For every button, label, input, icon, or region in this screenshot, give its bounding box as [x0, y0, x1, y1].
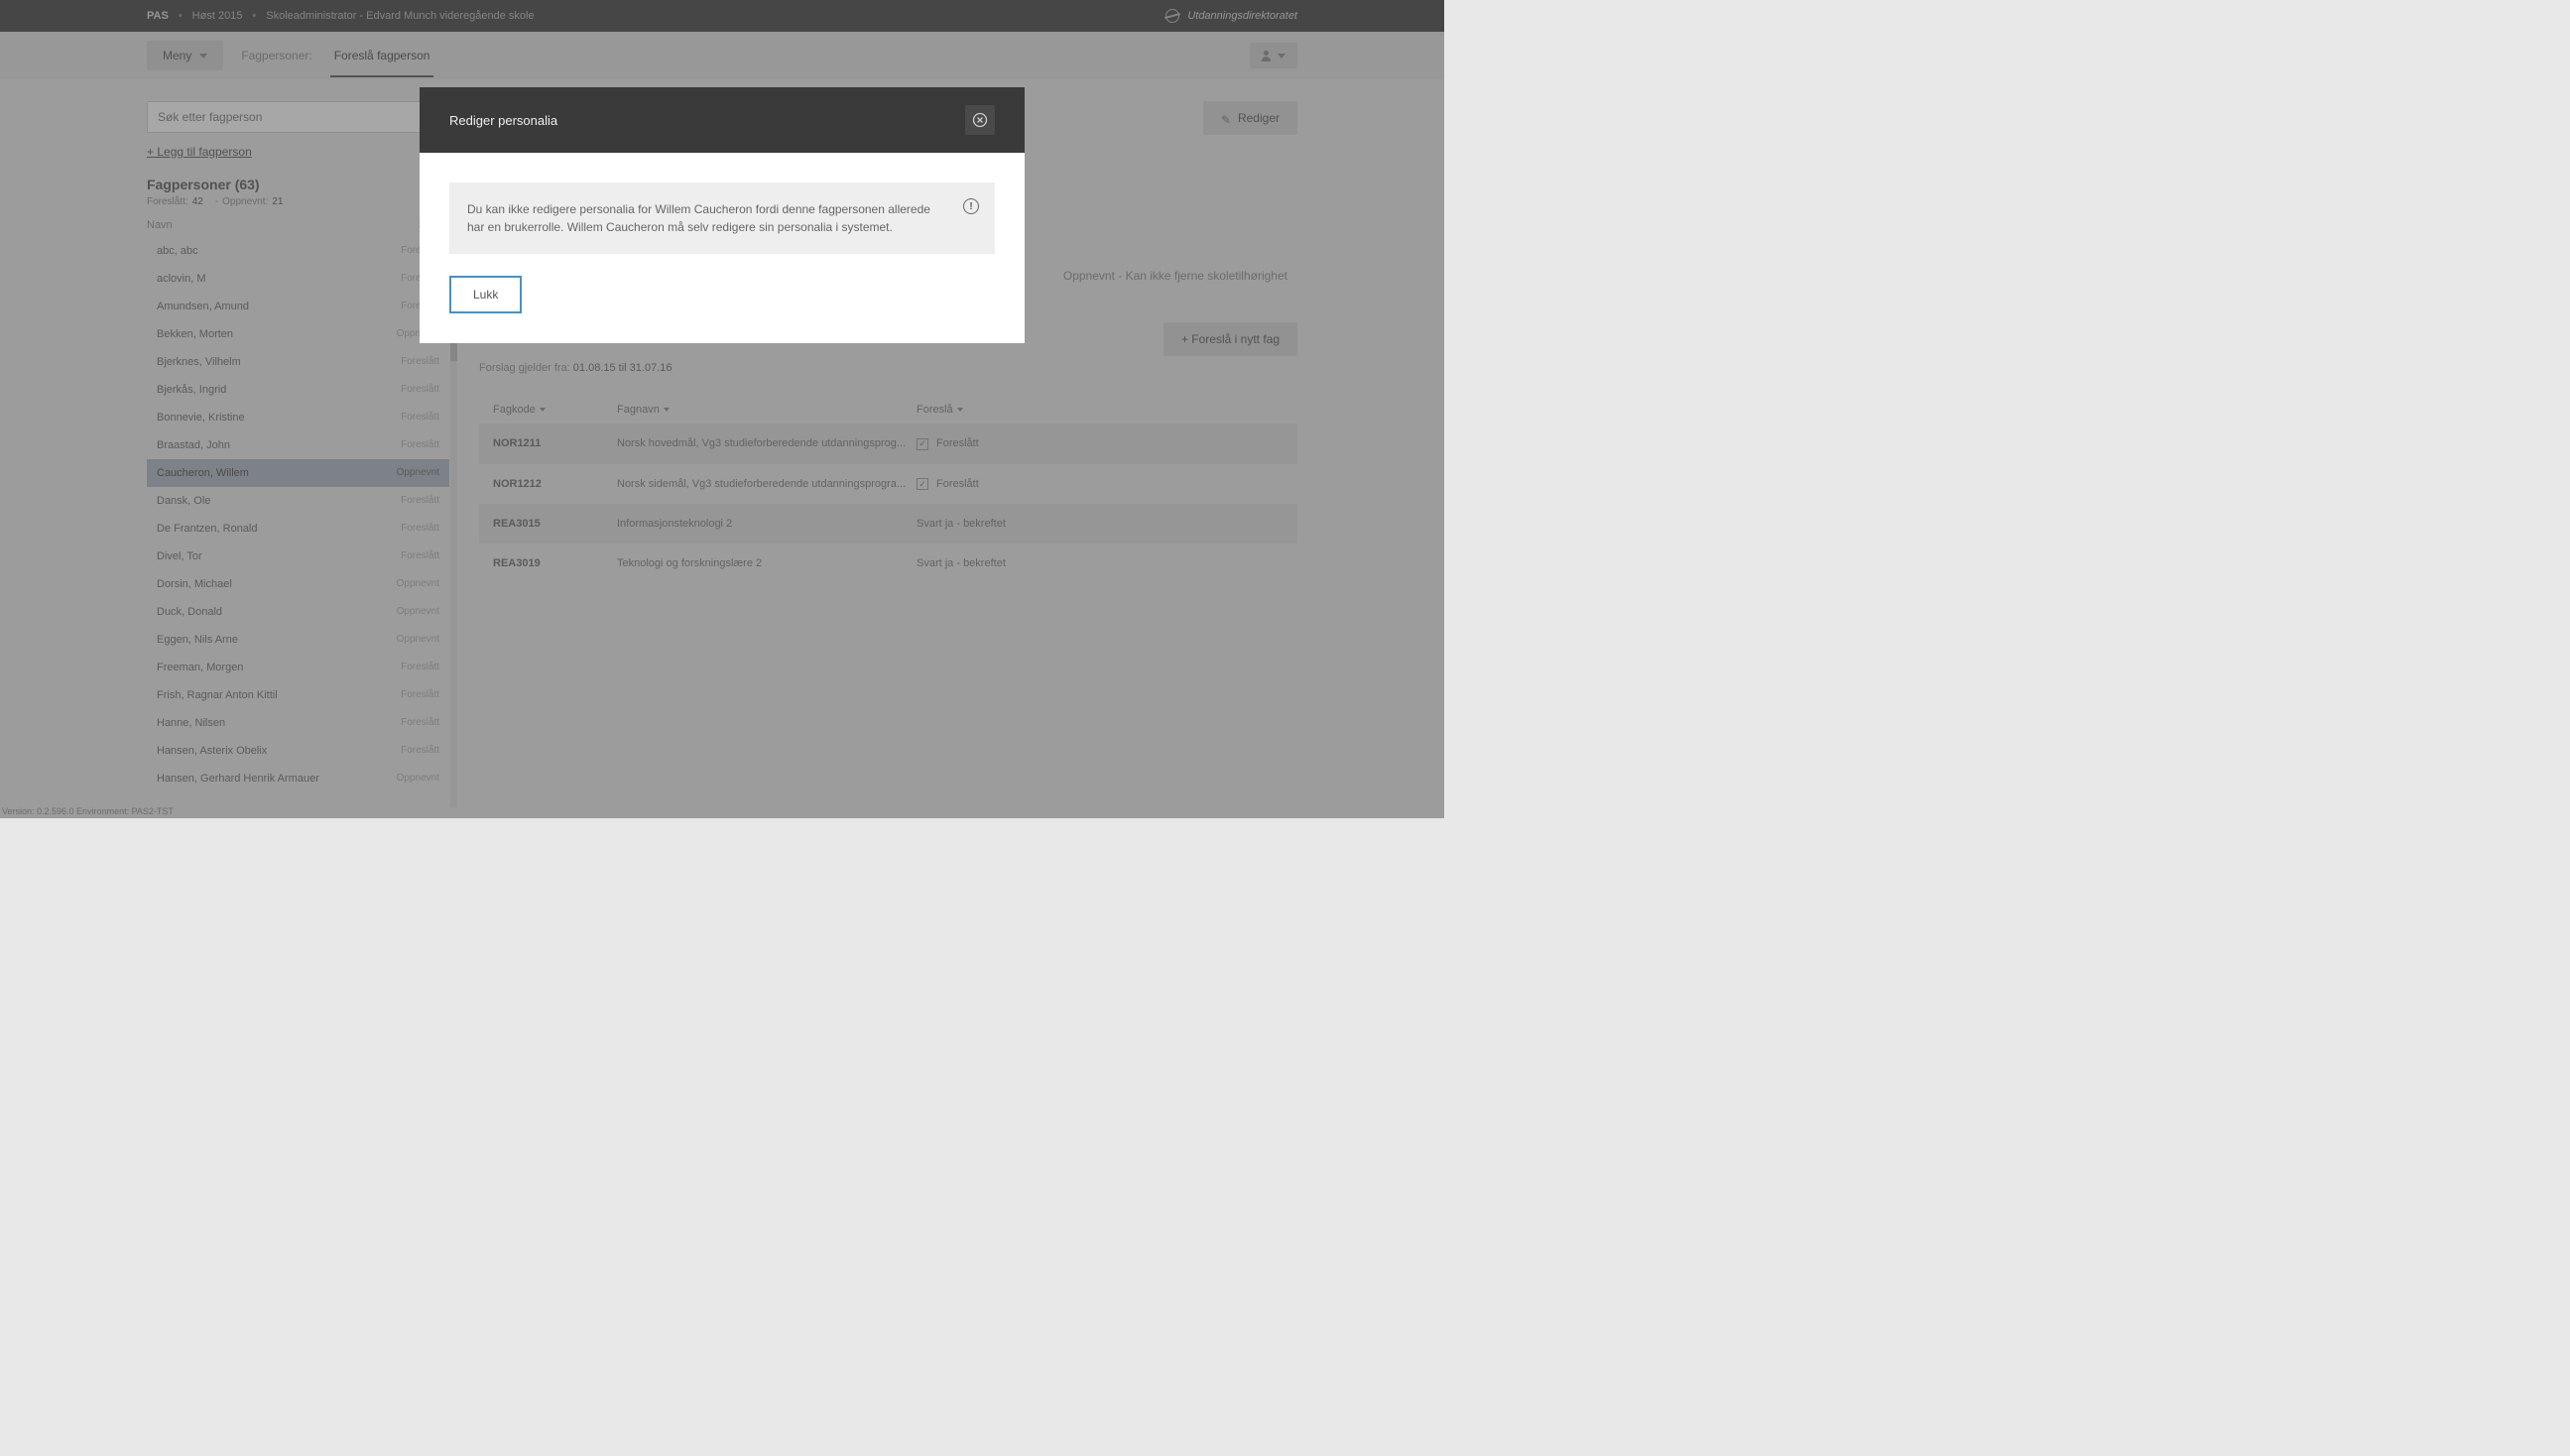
lukk-button[interactable]: Lukk — [449, 276, 522, 313]
modal-dialog: Rediger personalia Du kan ikke redigere … — [420, 87, 1025, 343]
info-box: Du kan ikke redigere personalia for Will… — [449, 182, 995, 254]
modal-body: Du kan ikke redigere personalia for Will… — [420, 153, 1025, 343]
modal-header: Rediger personalia — [420, 87, 1025, 153]
close-icon — [972, 112, 988, 128]
modal-overlay[interactable]: Rediger personalia Du kan ikke redigere … — [0, 0, 1444, 818]
info-message: Du kan ikke redigere personalia for Will… — [467, 202, 930, 234]
close-button[interactable] — [965, 105, 995, 135]
info-icon: ! — [963, 198, 979, 214]
modal-title: Rediger personalia — [449, 113, 557, 128]
